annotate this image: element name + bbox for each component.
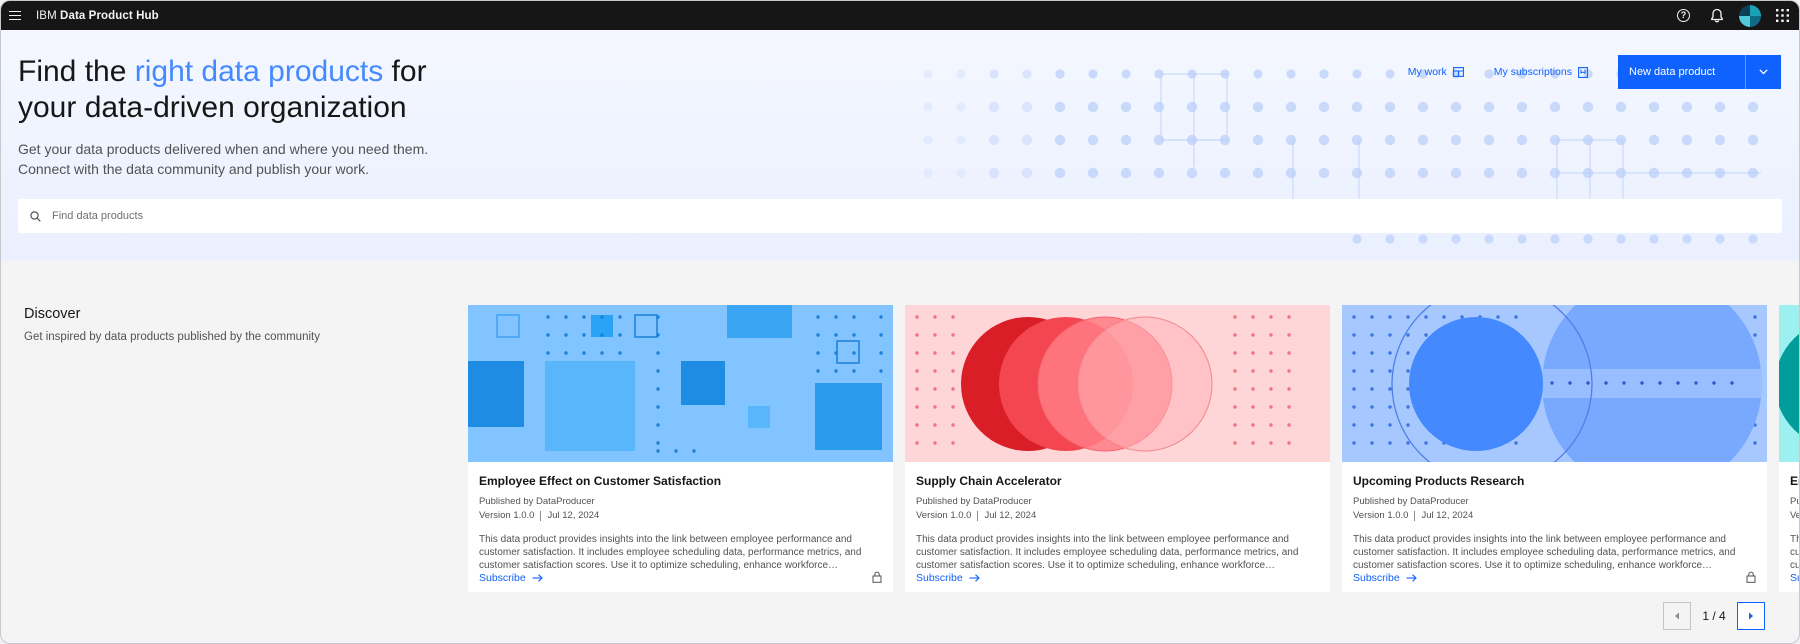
brand-prefix: IBM [36, 9, 57, 22]
product-card[interactable]: Supply Chain Accelerator Published by Da… [905, 305, 1330, 592]
card-date: Jul 12, 2024 [984, 510, 1037, 521]
subtitle-line-2: Connect with the data community and publ… [18, 161, 369, 177]
card-date: Jul 12, 2024 [1421, 510, 1474, 521]
my-subscriptions-button[interactable]: My subscriptions [1494, 66, 1588, 78]
card-version: Ve [1790, 510, 1800, 521]
subscribe-link[interactable]: Subscribe [479, 572, 543, 584]
card-illustration [905, 305, 1330, 462]
card-publisher: Published by DataProducer [1353, 496, 1469, 507]
card-title[interactable]: Supply Chain Accelerator [916, 474, 1319, 490]
user-avatar-button[interactable] [1733, 1, 1766, 30]
subtitle-line-1: Get your data products delivered when an… [18, 141, 429, 157]
product-card[interactable]: Er Pu Ve Th cu cu Su [1779, 305, 1800, 592]
new-data-product-menu-toggle[interactable] [1745, 55, 1781, 89]
topbar-actions: ? [1667, 1, 1799, 30]
card-title[interactable]: Employee Effect on Customer Satisfaction [479, 474, 882, 490]
top-navigation-bar: IBM Data Product Hub ? [1, 1, 1799, 30]
card-date: Jul 12, 2024 [547, 510, 600, 521]
subscribe-label: Subscribe [1353, 572, 1400, 584]
card-title[interactable]: Er [1790, 474, 1799, 490]
card-publisher: Pu [1790, 496, 1799, 507]
subscribe-link[interactable]: Subscribe [1353, 572, 1417, 584]
card-description: This data product provides insights into… [479, 534, 862, 571]
page-title: Find the right data products for your da… [18, 55, 427, 124]
card-version-date: Version 1.0.0 Jul 12, 2024 [1353, 510, 1756, 521]
menu-icon[interactable] [1, 1, 29, 30]
card-version-date: Version 1.0.0 Jul 12, 2024 [479, 510, 882, 521]
previous-page-button[interactable] [1663, 602, 1691, 630]
card-version: Version 1.0.0 [916, 510, 972, 521]
my-work-button[interactable]: My work [1408, 66, 1464, 78]
my-subscriptions-label: My subscriptions [1493, 66, 1572, 78]
card-version: Version 1.0.0 [1353, 510, 1409, 521]
subscribe-link[interactable]: Su [1790, 572, 1799, 584]
card-description: Th cu cu [1790, 534, 1800, 571]
arrow-right-icon [532, 574, 543, 582]
my-work-icon [1452, 67, 1464, 77]
help-icon[interactable]: ? [1667, 1, 1700, 30]
app-switcher-icon[interactable] [1766, 1, 1799, 30]
hero-actions: My work My subscriptions New data produc… [1408, 55, 1781, 89]
avatar [1738, 4, 1761, 27]
card-title[interactable]: Upcoming Products Research [1353, 474, 1756, 490]
subscribe-link[interactable]: Subscribe [916, 572, 980, 584]
chevron-down-icon [1759, 69, 1768, 75]
hero-banner: Find the right data products for your da… [1, 30, 1799, 260]
brand-name: Data Product Hub [60, 9, 159, 22]
arrow-right-icon [969, 574, 980, 582]
title-highlight: right data products [134, 55, 384, 88]
arrow-right-icon [1406, 574, 1417, 582]
product-card[interactable]: Employee Effect on Customer Satisfaction… [468, 305, 893, 592]
app-window: IBM Data Product Hub ? Find the right da… [0, 0, 1800, 644]
caret-right-icon [1749, 612, 1753, 620]
subscribe-label: Subscribe [916, 572, 963, 584]
subscriptions-icon [1578, 66, 1588, 78]
my-work-label: My work [1407, 66, 1447, 78]
section-title: Discover [24, 306, 81, 322]
search-icon [18, 199, 52, 233]
card-version: Version 1.0.0 [479, 510, 535, 521]
card-version-date: Version 1.0.0 Jul 12, 2024 [916, 510, 1319, 521]
page-indicator: 1 / 4 [1702, 609, 1726, 623]
subscribe-label: Su [1790, 572, 1799, 584]
notification-icon[interactable] [1700, 1, 1733, 30]
subscribe-label: Subscribe [479, 572, 526, 584]
product-card[interactable]: Upcoming Products Research Published by … [1342, 305, 1767, 592]
card-description: This data product provides insights into… [1353, 534, 1736, 571]
card-version-date: Ve [1790, 510, 1800, 521]
product-name[interactable]: IBM Data Product Hub [36, 10, 159, 22]
lock-icon [1746, 571, 1756, 583]
card-description: This data product provides insights into… [916, 534, 1299, 571]
card-illustration [1342, 305, 1767, 462]
carousel-pagination: 1 / 4 [1663, 602, 1765, 630]
search-input[interactable] [52, 210, 1640, 222]
card-illustration [468, 305, 893, 462]
new-data-product-label: New data product [1629, 66, 1716, 78]
card-publisher: Published by DataProducer [479, 496, 595, 507]
next-page-button[interactable] [1737, 602, 1765, 630]
search-bar [18, 199, 1782, 233]
page-subtitle: Get your data products delivered when an… [18, 139, 478, 179]
caret-left-icon [1675, 612, 1679, 620]
new-data-product-button[interactable]: New data product [1618, 55, 1781, 89]
product-carousel: Employee Effect on Customer Satisfaction… [468, 305, 1800, 592]
section-subtitle: Get inspired by data products published … [24, 331, 320, 343]
lock-icon [872, 571, 882, 583]
card-publisher: Published by DataProducer [916, 496, 1032, 507]
card-illustration [1779, 305, 1799, 462]
